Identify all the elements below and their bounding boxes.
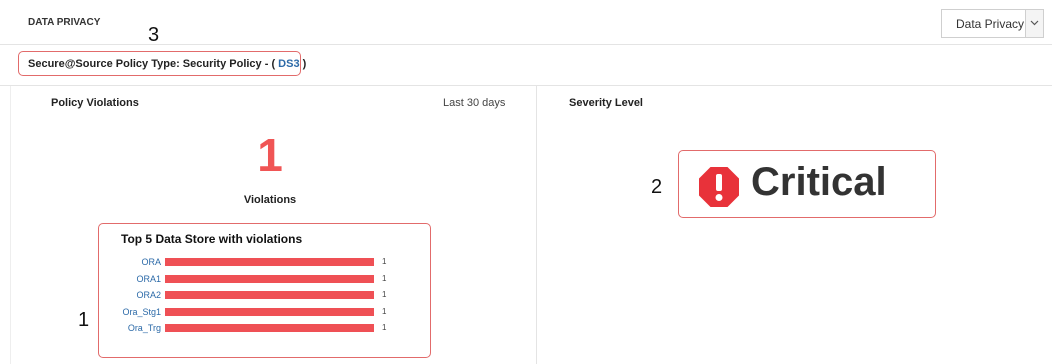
bar[interactable] <box>165 324 374 332</box>
view-dropdown-value: Data Privacy <box>956 17 1025 31</box>
bar[interactable] <box>165 291 374 299</box>
policy-type-prefix: Secure@Source Policy Type: Security Poli… <box>28 58 279 70</box>
policy-type-line: Secure@Source Policy Type: Security Poli… <box>28 58 306 70</box>
chevron-down-icon <box>1030 20 1039 26</box>
chart-title: Top 5 Data Store with violations <box>121 232 303 246</box>
severity-level-value: Critical <box>751 160 887 204</box>
time-range-label: Last 30 days <box>443 97 506 109</box>
bar-category-label[interactable]: ORA1 <box>101 274 161 284</box>
policy-ds-link[interactable]: DS3 <box>278 58 299 70</box>
bar-value-label: 1 <box>382 290 387 299</box>
annotation-number-2: 2 <box>651 176 663 198</box>
panel-divider <box>536 86 537 364</box>
severity-level-title: Severity Level <box>569 97 643 109</box>
bar[interactable] <box>165 307 374 316</box>
view-dropdown[interactable]: Data Privacy <box>941 9 1044 38</box>
dropdown-toggle[interactable] <box>1025 10 1043 37</box>
violations-label: Violations <box>243 194 297 206</box>
bar-value-label: 1 <box>382 273 387 283</box>
bar[interactable] <box>165 258 374 266</box>
panel-left-edge <box>10 86 11 364</box>
bar-category-label[interactable]: Ora_Stg1 <box>101 307 161 317</box>
alert-octagon-icon <box>699 167 739 207</box>
bar-category-label[interactable]: ORA <box>101 257 161 267</box>
policy-violations-title: Policy Violations <box>51 97 139 109</box>
bar-category-label[interactable]: ORA2 <box>101 290 161 300</box>
annotation-number-1: 1 <box>78 309 90 331</box>
bar[interactable] <box>165 274 374 283</box>
bar-value-label: 1 <box>382 306 387 316</box>
violations-count: 1 <box>257 129 283 181</box>
policy-type-suffix: ) <box>299 58 307 70</box>
bar-value-label: 1 <box>382 257 387 266</box>
bar-category-label[interactable]: Ora_Trg <box>101 323 161 333</box>
annotation-number-3: 3 <box>148 24 160 46</box>
page-title: DATA PRIVACY <box>28 17 101 28</box>
bar-value-label: 1 <box>382 323 387 332</box>
